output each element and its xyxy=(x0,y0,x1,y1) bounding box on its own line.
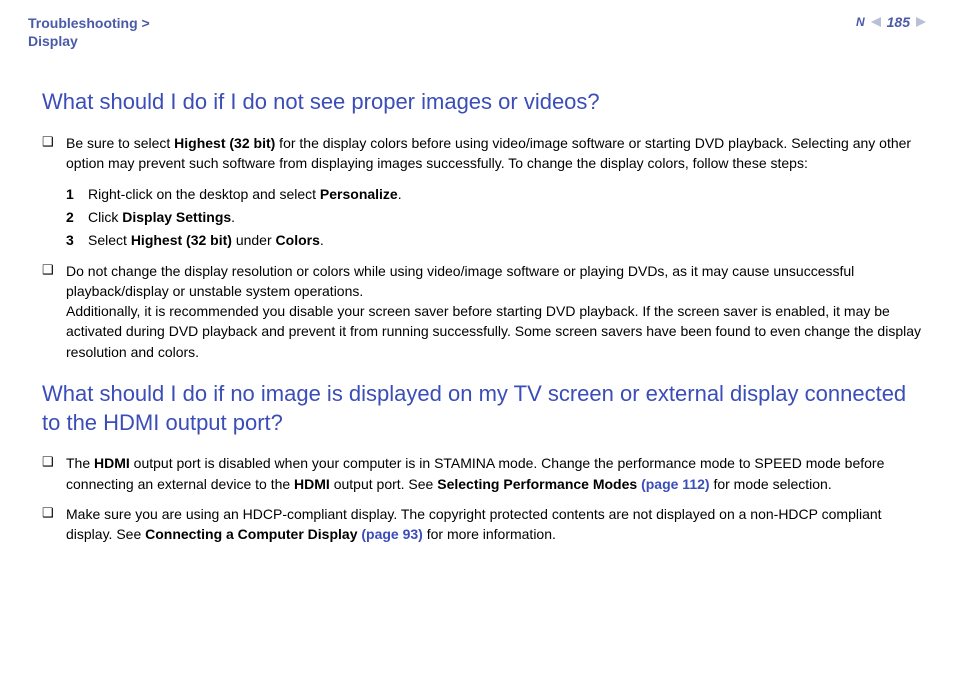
section-heading-1: What should I do if I do not see proper … xyxy=(42,88,926,117)
bullet-item: ❑ The HDMI output port is disabled when … xyxy=(42,453,926,494)
bold-span: Selecting Performance Modes xyxy=(437,476,641,492)
step-number: 2 xyxy=(66,207,88,228)
text-span: under xyxy=(232,232,276,248)
text-span: Be sure to select xyxy=(66,135,174,151)
bold-span: HDMI xyxy=(94,455,130,471)
step-number: 3 xyxy=(66,230,88,251)
text-span: for more information. xyxy=(423,526,556,542)
bullet-item: ❑ Be sure to select Highest (32 bit) for… xyxy=(42,133,926,174)
bullet-text: Do not change the display resolution or … xyxy=(66,261,926,362)
bold-span: HDMI xyxy=(294,476,330,492)
bullet-text: The HDMI output port is disabled when yo… xyxy=(66,453,926,494)
n-label: N xyxy=(856,15,865,29)
page-content: What should I do if I do not see proper … xyxy=(0,58,954,544)
text-span: The xyxy=(66,455,94,471)
bullet-marker-icon: ❑ xyxy=(42,261,66,280)
breadcrumb-line1: Troubleshooting > xyxy=(28,14,150,32)
step-text: Click Display Settings. xyxy=(88,207,235,228)
list-item: 3 Select Highest (32 bit) under Colors. xyxy=(66,230,926,251)
text-span: Additionally, it is recommended you disa… xyxy=(66,303,921,360)
next-page-arrow-icon[interactable] xyxy=(916,17,926,27)
text-span: Do not change the display resolution or … xyxy=(66,263,854,299)
breadcrumb-line2: Display xyxy=(28,32,150,50)
bold-span: Highest (32 bit) xyxy=(174,135,275,151)
bullet-text: Be sure to select Highest (32 bit) for t… xyxy=(66,133,926,174)
step-text: Select Highest (32 bit) under Colors. xyxy=(88,230,324,251)
bold-span: Display Settings xyxy=(122,209,231,225)
text-span: . xyxy=(398,186,402,202)
list-item: 1 Right-click on the desktop and select … xyxy=(66,184,926,205)
text-span: Right-click on the desktop and select xyxy=(88,186,320,202)
text-span: Click xyxy=(88,209,122,225)
bold-span: Highest (32 bit) xyxy=(131,232,232,248)
text-span: Select xyxy=(88,232,131,248)
bullet-marker-icon: ❑ xyxy=(42,453,66,472)
page-navigator: N 185 xyxy=(856,14,926,30)
step-text: Right-click on the desktop and select Pe… xyxy=(88,184,402,205)
numbered-list: 1 Right-click on the desktop and select … xyxy=(66,184,926,251)
breadcrumb: Troubleshooting > Display xyxy=(28,14,150,50)
bold-span: Connecting a Computer Display xyxy=(145,526,361,542)
bold-span: Colors xyxy=(276,232,320,248)
page-link[interactable]: (page 112) xyxy=(641,476,709,492)
bullet-item: ❑ Make sure you are using an HDCP-compli… xyxy=(42,504,926,545)
text-span: for mode selection. xyxy=(710,476,832,492)
bullet-text: Make sure you are using an HDCP-complian… xyxy=(66,504,926,545)
page-link[interactable]: (page 93) xyxy=(361,526,422,542)
bold-span: Personalize xyxy=(320,186,398,202)
bullet-marker-icon: ❑ xyxy=(42,504,66,523)
step-number: 1 xyxy=(66,184,88,205)
text-span: . xyxy=(320,232,324,248)
page-number: 185 xyxy=(887,14,910,30)
page-header: Troubleshooting > Display N 185 xyxy=(0,0,954,58)
bullet-marker-icon: ❑ xyxy=(42,133,66,152)
text-span: output port. See xyxy=(330,476,437,492)
prev-page-arrow-icon[interactable] xyxy=(871,17,881,27)
section-heading-2: What should I do if no image is displaye… xyxy=(42,380,926,437)
bullet-item: ❑ Do not change the display resolution o… xyxy=(42,261,926,362)
list-item: 2 Click Display Settings. xyxy=(66,207,926,228)
text-span: . xyxy=(231,209,235,225)
